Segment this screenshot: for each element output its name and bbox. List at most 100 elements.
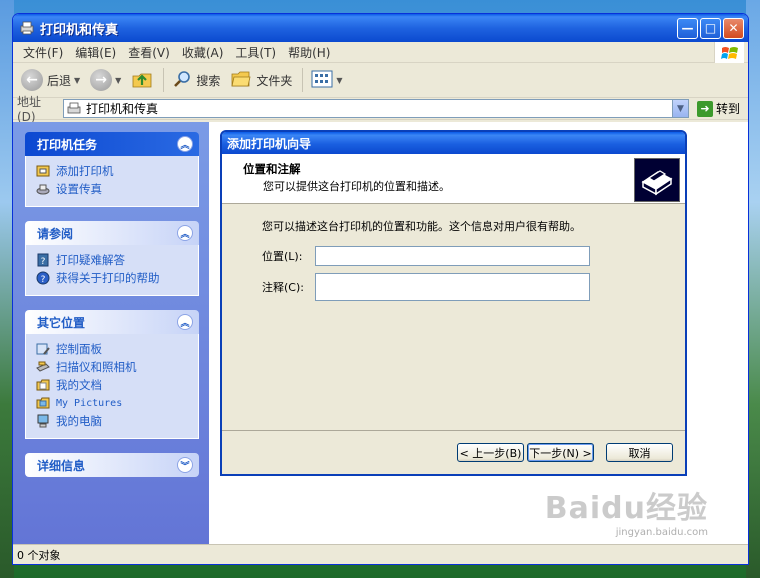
title-bar: 打印机和传真 — □ ✕: [13, 14, 748, 42]
fax-icon: [36, 184, 50, 195]
help-book-icon: ?: [37, 253, 49, 267]
location-input[interactable]: [315, 246, 590, 266]
go-label: 转到: [715, 102, 740, 116]
link-my-pictures[interactable]: My Pictures: [36, 394, 190, 412]
back-step-button[interactable]: < 上一步(B): [457, 443, 524, 462]
link-add-printer[interactable]: 添加打印机: [36, 162, 190, 180]
panel-printer-tasks: 打印机任务 ︽ 添加打印机 设置传真: [25, 132, 199, 207]
close-button[interactable]: ✕: [723, 17, 744, 39]
link-printing-help[interactable]: ? 获得关于打印的帮助: [36, 269, 190, 287]
panel-header[interactable]: 详细信息 ︾: [25, 453, 199, 477]
dropdown-arrow-icon: ▼: [115, 75, 122, 85]
menu-tools[interactable]: 工具(T): [229, 44, 282, 61]
forward-button[interactable]: → ▼: [86, 67, 125, 93]
link-label: 控制面板: [56, 342, 102, 356]
address-bar: 地址(D) 打印机和传真 ▼ ➜ 转到: [13, 95, 748, 124]
cancel-button[interactable]: 取消: [606, 443, 673, 462]
collapse-chevron-icon[interactable]: ︽: [177, 225, 193, 241]
folders-button[interactable]: 文件夹: [226, 67, 296, 94]
help-icon: ?: [36, 271, 50, 285]
back-label: 后退: [47, 73, 72, 88]
menu-view[interactable]: 查看(V): [122, 44, 176, 61]
views-button[interactable]: ▼: [307, 68, 346, 93]
link-print-troubleshooter[interactable]: ? 打印疑难解答: [36, 251, 190, 269]
up-folder-button[interactable]: [127, 66, 157, 95]
panel-header[interactable]: 其它位置 ︽: [25, 310, 199, 334]
collapse-chevron-icon[interactable]: ︽: [177, 136, 193, 152]
search-button[interactable]: 搜索: [168, 67, 224, 94]
window-title: 打印机和传真: [40, 22, 119, 38]
watermark-brand: Baidu经验: [544, 491, 708, 526]
wizard-title-bar: 添加打印机向导: [222, 132, 685, 154]
menu-file[interactable]: 文件(F): [17, 44, 69, 61]
go-button[interactable]: ➜ 转到: [693, 100, 744, 117]
link-my-documents[interactable]: 我的文档: [36, 376, 190, 394]
comment-label: 注释(C):: [262, 281, 304, 294]
panel-details: 详细信息 ︾: [25, 453, 199, 477]
link-label: 我的文档: [56, 378, 102, 392]
panel-header[interactable]: 请参阅 ︽: [25, 221, 199, 245]
printer-fax-icon: [19, 20, 35, 36]
add-printer-icon: [36, 165, 50, 177]
comment-row: 注释(C):: [262, 273, 590, 301]
back-arrow-icon: ←: [21, 69, 43, 91]
menu-favorites[interactable]: 收藏(A): [176, 44, 230, 61]
menu-edit[interactable]: 编辑(E): [69, 44, 122, 61]
link-setup-fax[interactable]: 设置传真: [36, 180, 190, 198]
dropdown-arrow-icon: ▼: [336, 75, 343, 85]
address-input[interactable]: 打印机和传真 ▼: [63, 99, 689, 118]
menu-help[interactable]: 帮助(H): [282, 44, 336, 61]
wizard-header-subtitle: 您可以提供这台打印机的位置和描述。: [263, 180, 450, 193]
panel-title: 其它位置: [37, 315, 86, 330]
panel-other-places: 其它位置 ︽ 控制面板 扫描仪和照相机 我的文档 My Pictures 我的电…: [25, 310, 199, 439]
link-control-panel[interactable]: 控制面板: [36, 340, 190, 358]
address-dropdown-button[interactable]: ▼: [671, 100, 688, 117]
link-label: 我的电脑: [56, 414, 102, 428]
collapse-chevron-icon[interactable]: ︽: [177, 314, 193, 330]
location-row: 位置(L):: [262, 246, 590, 266]
address-label: 地址(D): [17, 95, 42, 124]
link-my-computer[interactable]: 我的电脑: [36, 412, 190, 430]
panel-title: 打印机任务: [37, 137, 98, 152]
link-label: 扫描仪和照相机: [56, 360, 137, 374]
wizard-body: 您可以描述这台打印机的位置和功能。这个信息对用户很有帮助。 位置(L): 注释(…: [222, 204, 685, 432]
next-step-button[interactable]: 下一步(N) >: [527, 443, 594, 462]
forward-arrow-icon: →: [90, 69, 113, 91]
svg-text:?: ?: [41, 275, 46, 285]
link-scanners-cameras[interactable]: 扫描仪和照相机: [36, 358, 190, 376]
up-folder-icon: [131, 68, 153, 93]
wizard-title: 添加打印机向导: [227, 136, 312, 151]
dropdown-arrow-icon: ▼: [74, 75, 81, 85]
folders-icon: [230, 69, 252, 92]
wizard-header: 位置和注解 您可以提供这台打印机的位置和描述。: [222, 154, 685, 204]
explorer-window: 打印机和传真 — □ ✕ 文件(F) 编辑(E) 查看(V) 收藏(A) 工具(…: [12, 13, 749, 565]
task-pane: 打印机任务 ︽ 添加打印机 设置传真 请参阅 ︽ ? 打印疑难解答 ? 获得关于…: [13, 122, 209, 544]
search-icon: [172, 69, 192, 92]
printer-icon: [634, 158, 680, 202]
back-button[interactable]: ← 后退 ▼: [17, 67, 84, 93]
printer-fax-icon: [66, 102, 82, 116]
go-arrow-icon: ➜: [696, 100, 713, 117]
expand-chevron-icon[interactable]: ︾: [177, 457, 193, 473]
control-panel-icon: [36, 343, 50, 355]
minimize-button[interactable]: —: [677, 17, 698, 39]
wizard-description: 您可以描述这台打印机的位置和功能。这个信息对用户很有帮助。: [262, 220, 581, 233]
panel-body: ? 打印疑难解答 ? 获得关于打印的帮助: [25, 245, 199, 296]
panel-see-also: 请参阅 ︽ ? 打印疑难解答 ? 获得关于打印的帮助: [25, 221, 199, 296]
comment-input[interactable]: [315, 273, 590, 301]
scanner-icon: [36, 361, 50, 372]
status-text: 0 个对象: [17, 548, 61, 562]
windows-logo-icon: [714, 42, 744, 63]
panel-header[interactable]: 打印机任务 ︽: [25, 132, 199, 156]
link-label: 设置传真: [56, 182, 102, 196]
link-label: 打印疑难解答: [56, 253, 125, 267]
explorer-body: 打印机任务 ︽ 添加打印机 设置传真 请参阅 ︽ ? 打印疑难解答 ? 获得关于…: [13, 122, 748, 544]
toolbar: ← 后退 ▼ → ▼ 搜索 文件夹 ▼: [13, 63, 748, 98]
folders-label: 文件夹: [256, 73, 293, 88]
views-grid-icon: [311, 70, 333, 91]
maximize-button[interactable]: □: [700, 17, 721, 39]
location-label: 位置(L):: [262, 250, 303, 263]
add-printer-wizard-dialog: 添加打印机向导 位置和注解 您可以提供这台打印机的位置和描述。 您可以描述这台打…: [220, 130, 687, 476]
menu-bar: 文件(F) 编辑(E) 查看(V) 收藏(A) 工具(T) 帮助(H): [13, 42, 748, 63]
svg-text:?: ?: [41, 257, 46, 267]
